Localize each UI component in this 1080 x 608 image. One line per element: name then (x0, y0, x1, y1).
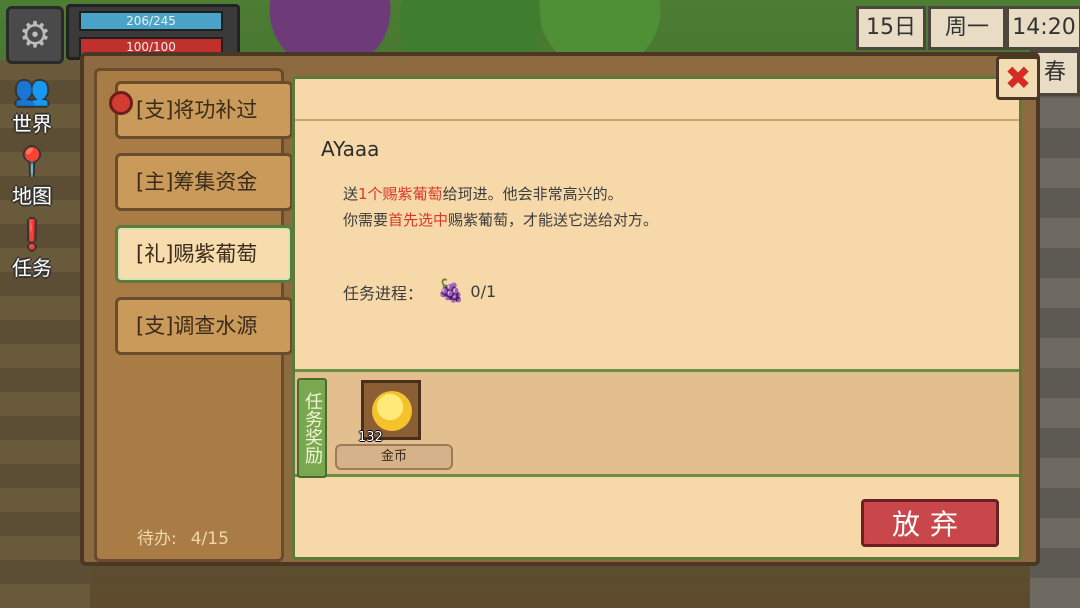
map-pin-icon: 📍 (14, 146, 50, 179)
quest-tab-4[interactable]: [支]调查水源 (115, 297, 293, 355)
desc-1a: 送 (343, 185, 359, 203)
reward-section: 任务奖励 132 金币 (295, 369, 1019, 478)
quest-progress: 任务进程： 🍇 0/1 (343, 279, 496, 304)
desc-2-highlight: 首先选中 (388, 211, 449, 229)
gold-coin-icon (372, 391, 412, 431)
quest-title: AYaaa (321, 137, 380, 161)
todo-counter: 待办: 4/15 (137, 524, 229, 549)
abandon-button[interactable]: 放弃 (861, 499, 999, 547)
todo-value: 4/15 (190, 529, 229, 549)
close-button[interactable]: ✖ (996, 56, 1040, 100)
progress-label: 任务进程： (343, 283, 424, 303)
side-menu-world-label: 世界 (12, 112, 52, 136)
grape-icon: 🍇 (437, 279, 465, 304)
close-icon: ✖ (1004, 59, 1032, 97)
quest-tab-3-selected[interactable]: [礼]赐紫葡萄 (115, 225, 293, 283)
side-menu-quest[interactable]: ❗ 任务 (4, 218, 60, 290)
date-display: 15日 (856, 6, 926, 50)
side-menu-quest-label: 任务 (12, 256, 52, 280)
quest-dialog: [支]将功补过 [主]筹集资金 [礼]赐紫葡萄 [支]调查水源 待办: 4/15 … (80, 52, 1040, 566)
quest-list: [支]将功补过 [主]筹集资金 [礼]赐紫葡萄 [支]调查水源 待办: 4/15 (94, 68, 293, 562)
weekday-display: 周一 (928, 6, 1006, 50)
reward-item-slot[interactable]: 132 (358, 380, 421, 445)
todo-label: 待办: (137, 529, 177, 549)
reward-item-count: 132 (358, 430, 383, 445)
detail-header (295, 79, 1019, 121)
progress-value: 0/1 (470, 282, 497, 301)
desc-1-highlight: 1个赐紫葡萄 (358, 185, 443, 203)
time-display: 14:20 (1006, 6, 1080, 50)
quest-description: 送1个赐紫葡萄给珂进。他会非常高兴的。 你需要首先选中赐紫葡萄，才能送它送给对方… (343, 181, 658, 233)
side-menu-world[interactable]: 👥 世界 (4, 74, 60, 146)
desc-2a: 你需要 (343, 211, 389, 229)
quest-detail: AYaaa 送1个赐紫葡萄给珂进。他会非常高兴的。 你需要首先选中赐紫葡萄，才能… (292, 76, 1022, 560)
reward-item-name: 金币 (335, 444, 453, 470)
side-menu-map-label: 地图 (12, 184, 52, 208)
people-icon: 👥 (14, 74, 50, 107)
description-line-2: 你需要首先选中赐紫葡萄，才能送它送给对方。 (343, 207, 658, 233)
quest-tab-2[interactable]: [主]筹集资金 (115, 153, 293, 211)
description-line-1: 送1个赐紫葡萄给珂进。他会非常高兴的。 (343, 181, 658, 207)
quest-tab-1[interactable]: [支]将功补过 (115, 81, 293, 139)
reward-label: 任务奖励 (297, 378, 327, 478)
health-bar: 206/245 (79, 11, 223, 31)
desc-2b: 赐紫葡萄，才能送它送给对方。 (448, 211, 659, 229)
desc-1b: 给珂进。他会非常高兴的。 (442, 185, 623, 203)
notification-dot (109, 91, 133, 115)
side-menu: 👥 世界 📍 地图 ❗ 任务 (4, 74, 60, 290)
settings-gear-icon[interactable]: ⚙ (6, 6, 64, 64)
quest-icon: ❗ (14, 218, 50, 251)
side-menu-map[interactable]: 📍 地图 (4, 146, 60, 218)
